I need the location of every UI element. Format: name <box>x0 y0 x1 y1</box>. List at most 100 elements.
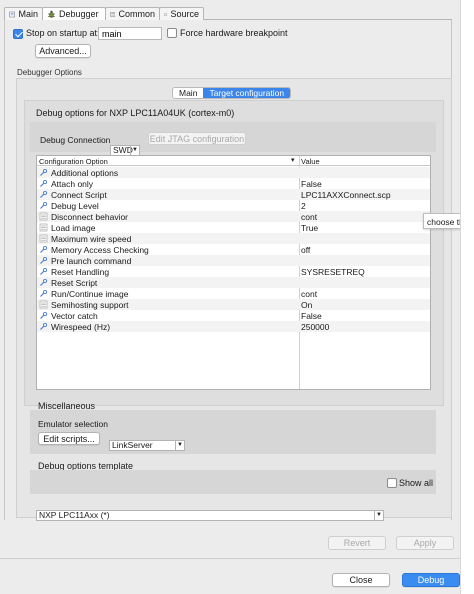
property-wrench-icon <box>39 267 48 276</box>
edit-jtag-configuration-button[interactable]: Edit JTAG configuration <box>148 132 246 145</box>
revert-button[interactable]: Revert <box>328 536 386 550</box>
option-value[interactable]: 250000 <box>301 322 329 332</box>
table-row[interactable]: Reset Script <box>37 277 430 288</box>
property-wrench-icon <box>39 190 48 199</box>
emulator-selection-value: LinkServer <box>112 440 153 451</box>
debug-options-template-value: NXP LPC11Axx (*) <box>39 510 110 521</box>
source-tab-icon <box>164 12 168 16</box>
option-name: Connect Script <box>51 190 107 200</box>
emulator-selection-label: Emulator selection <box>38 419 108 429</box>
option-value[interactable]: SYSRESETREQ <box>301 267 365 277</box>
option-name: Attach only <box>51 179 94 189</box>
debug-button[interactable]: Debug <box>402 573 460 587</box>
option-name: Load image <box>51 223 96 233</box>
inner-tab-main[interactable]: Main <box>173 88 204 98</box>
table-row[interactable]: Pre launch command <box>37 255 430 266</box>
tab-source[interactable]: Source <box>159 7 204 20</box>
window-edge <box>460 0 474 594</box>
property-wrench-icon <box>39 201 48 210</box>
edit-scripts-button[interactable]: Edit scripts... <box>38 432 100 445</box>
table-row[interactable]: Semihosting support On <box>37 299 430 310</box>
table-row[interactable]: Run/Continue image cont <box>37 288 430 299</box>
debug-options-template-group <box>30 470 436 494</box>
tab-source-label: Source <box>170 9 199 19</box>
tab-debugger[interactable]: Debugger <box>42 7 106 20</box>
table-row[interactable]: Debug Level 2 <box>37 200 430 211</box>
property-list-icon <box>39 234 48 243</box>
property-wrench-icon <box>39 245 48 254</box>
close-button[interactable]: Close <box>332 573 390 587</box>
property-wrench-icon <box>39 311 48 320</box>
stop-on-startup-input[interactable] <box>98 27 162 40</box>
property-wrench-icon <box>39 289 48 298</box>
property-wrench-icon <box>39 179 48 188</box>
option-name: Reset Handling <box>51 267 110 277</box>
table-row[interactable]: Additional options <box>37 167 430 178</box>
tab-common[interactable]: Common <box>105 7 160 20</box>
inner-tab-target-configuration[interactable]: Target configuration <box>203 88 291 98</box>
option-name: Vector catch <box>51 311 98 321</box>
sort-indicator-icon: ▾ <box>291 157 295 164</box>
option-name: Maximum wire speed <box>51 234 132 244</box>
table-row[interactable]: Memory Access Checking off <box>37 244 430 255</box>
table-row[interactable]: Disconnect behavior cont <box>37 211 430 222</box>
tab-common-label: Common <box>118 9 155 19</box>
option-value[interactable]: True <box>301 223 318 233</box>
option-value[interactable]: LPC11AXXConnect.scp <box>301 190 391 200</box>
chevron-down-icon: ▼ <box>374 510 383 520</box>
option-value[interactable]: False <box>301 179 322 189</box>
table-row[interactable]: Load image True <box>37 222 430 233</box>
debugger-options-label: Debugger Options <box>17 68 82 77</box>
option-value[interactable]: On <box>301 300 312 310</box>
table-row[interactable]: Connect Script LPC11AXXConnect.scp <box>37 189 430 200</box>
option-name: Wirespeed (Hz) <box>51 322 111 332</box>
show-all-label: Show all <box>399 478 434 488</box>
property-wrench-icon <box>39 168 48 177</box>
footer-divider <box>0 558 460 559</box>
tab-debugger-label: Debugger <box>59 9 99 19</box>
option-name: Run/Continue image <box>51 289 129 299</box>
option-name: Debug Level <box>51 201 99 211</box>
option-value[interactable]: cont <box>301 289 317 299</box>
option-name: Pre launch command <box>51 256 132 266</box>
table-row[interactable]: Vector catch False <box>37 310 430 321</box>
property-list-icon <box>39 300 48 309</box>
debug-options-title: Debug options for NXP LPC11A04UK (cortex… <box>36 108 235 118</box>
property-wrench-icon <box>39 322 48 331</box>
debugger-tab-icon <box>48 10 55 18</box>
launch-config-tabstrip: Main Debugger Common Source <box>4 7 452 20</box>
option-value[interactable]: off <box>301 245 310 255</box>
property-wrench-icon <box>39 278 48 287</box>
column-header-value[interactable]: Value <box>301 157 320 166</box>
advanced-button[interactable]: Advanced... <box>35 44 91 58</box>
column-header-option[interactable]: Configuration Option <box>39 157 108 166</box>
option-value[interactable]: False <box>301 311 322 321</box>
chevron-down-icon: ▼ <box>130 145 139 155</box>
emulator-selection-select[interactable]: LinkServer ▼ <box>109 439 185 451</box>
chevron-down-icon: ▼ <box>175 440 184 450</box>
table-row[interactable]: Maximum wire speed <box>37 233 430 244</box>
stop-on-startup-label: Stop on startup at: <box>26 28 100 38</box>
option-name: Disconnect behavior <box>51 212 129 222</box>
target-config-tabs: Main Target configuration <box>172 87 292 99</box>
stop-on-startup-checkbox[interactable] <box>13 28 23 39</box>
table-row[interactable]: Wirespeed (Hz) 250000 <box>37 321 430 332</box>
main-tab-icon <box>9 11 16 17</box>
property-list-icon <box>39 212 48 221</box>
debug-connection-label: Debug Connection <box>40 135 111 145</box>
tab-main[interactable]: Main <box>4 7 43 20</box>
option-value[interactable]: 2 <box>301 201 306 211</box>
debug-options-template-select[interactable]: NXP LPC11Axx (*) ▼ <box>36 509 384 521</box>
option-value[interactable]: cont <box>301 212 317 222</box>
configuration-table: Configuration Option ▾ Value Additional … <box>36 155 431 390</box>
option-name: Semihosting support <box>51 300 129 310</box>
force-hardware-breakpoint-label: Force hardware breakpoint <box>180 28 288 38</box>
debug-connection-select[interactable]: SWD ▼ <box>110 144 140 156</box>
table-row[interactable]: Attach only False <box>37 178 430 189</box>
table-row[interactable]: Reset Handling SYSRESETREQ <box>37 266 430 277</box>
show-all-checkbox[interactable] <box>387 478 397 488</box>
apply-button[interactable]: Apply <box>396 536 454 550</box>
property-wrench-icon <box>39 256 48 265</box>
option-name: Additional options <box>51 168 119 178</box>
force-hardware-breakpoint-checkbox[interactable] <box>167 28 177 38</box>
